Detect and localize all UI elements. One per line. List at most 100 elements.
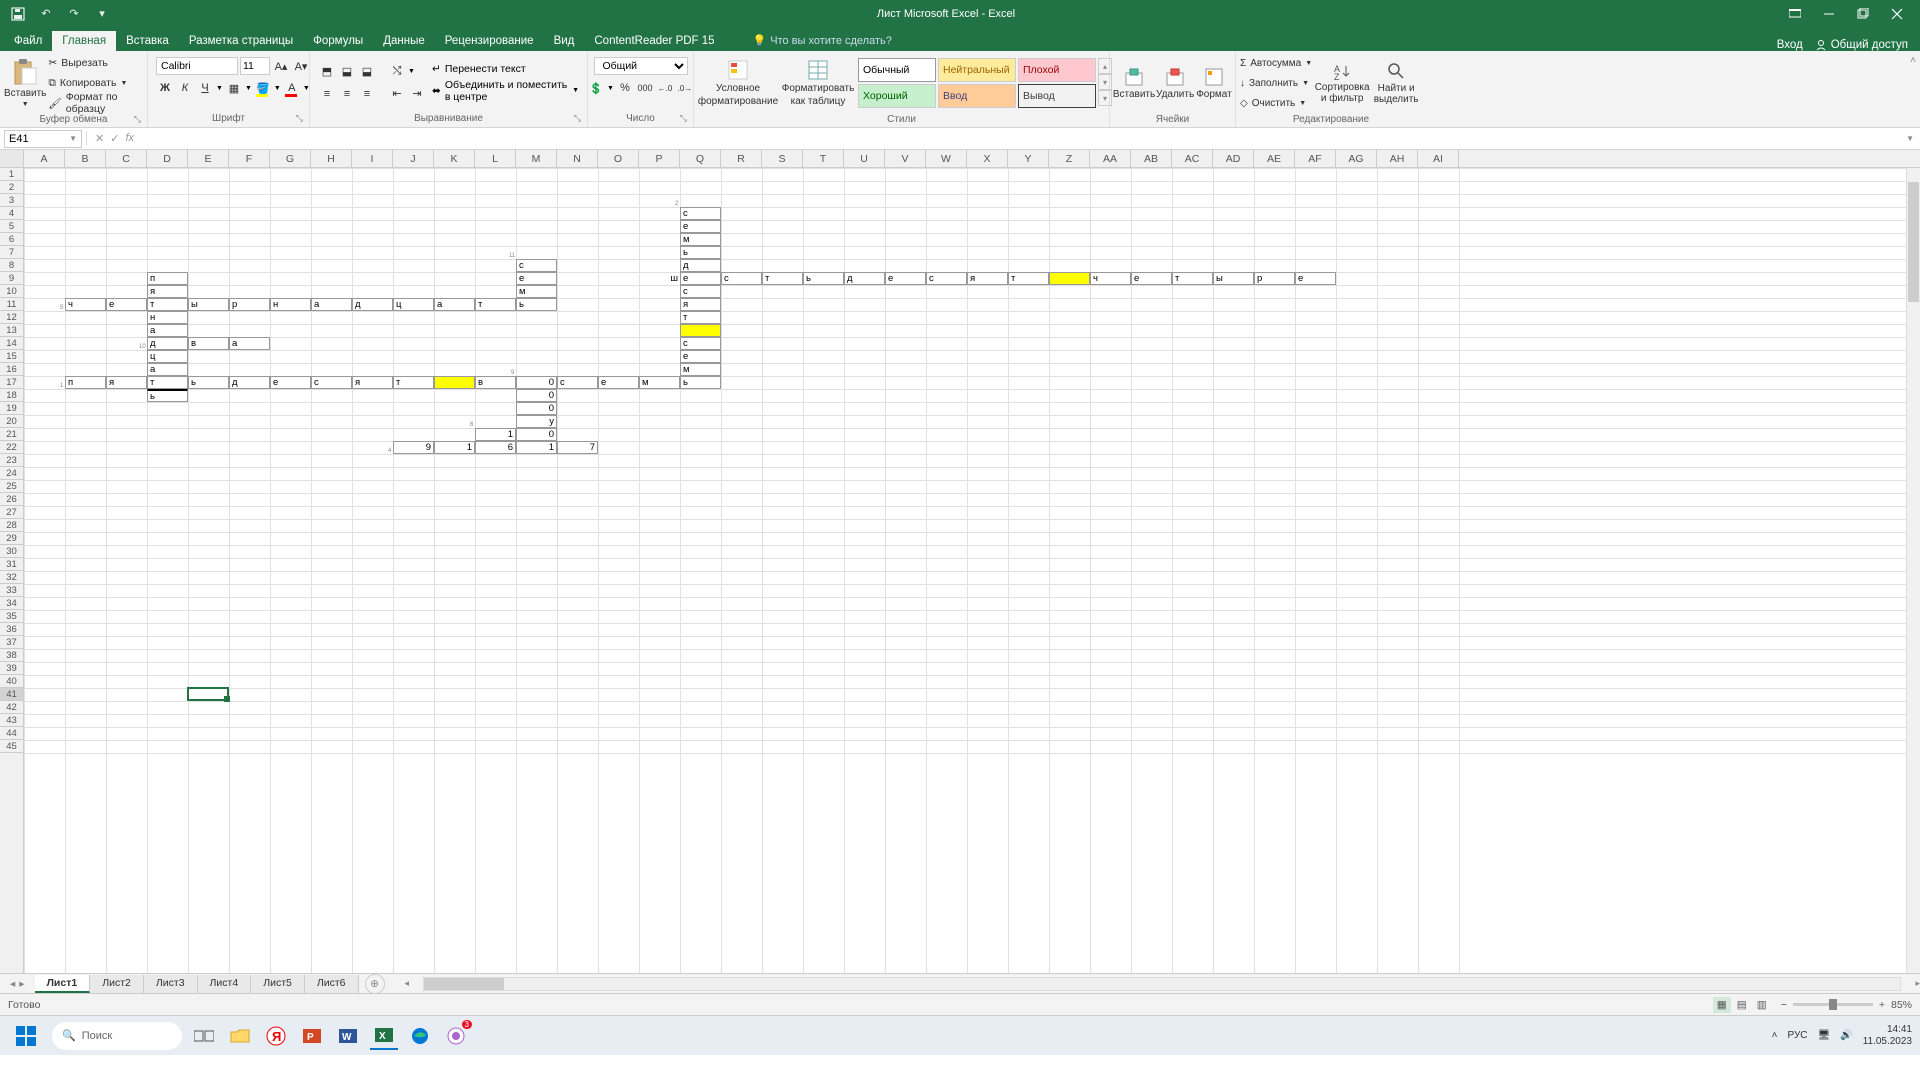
cell[interactable]: с (557, 376, 598, 389)
col-header[interactable]: AF (1295, 150, 1336, 167)
fill-button[interactable]: ↓Заполнить▼ (1240, 74, 1312, 92)
normal-view-icon[interactable]: ▦ (1713, 997, 1731, 1013)
menu-tab-рецензирование[interactable]: Рецензирование (435, 31, 544, 51)
row-header[interactable]: 13 (0, 324, 23, 337)
row-header[interactable]: 1 (0, 168, 23, 181)
qat-customize-icon[interactable]: ▾ (92, 4, 112, 24)
cell[interactable] (680, 324, 721, 337)
align-right-icon[interactable]: ≡ (358, 85, 376, 103)
redo-icon[interactable]: ↷ (64, 4, 84, 24)
powerpoint-icon[interactable]: P (298, 1022, 326, 1050)
cell[interactable]: а (147, 324, 188, 337)
row-header[interactable]: 5 (0, 220, 23, 233)
align-middle-icon[interactable]: ⬓ (338, 63, 356, 81)
row-header[interactable]: 15 (0, 350, 23, 363)
row-header[interactable]: 41 (0, 688, 23, 701)
cell[interactable]: т (1008, 272, 1049, 285)
cell[interactable]: м (516, 285, 557, 298)
col-header[interactable]: N (557, 150, 598, 167)
align-bottom-icon[interactable]: ⬓ (358, 63, 376, 81)
yandex-icon[interactable]: Я (262, 1022, 290, 1050)
menu-tab-contentreader pdf 15[interactable]: ContentReader PDF 15 (584, 31, 724, 51)
menu-tab-формулы[interactable]: Формулы (303, 31, 373, 51)
align-top-icon[interactable]: ⬒ (318, 63, 336, 81)
decrease-decimal-icon[interactable]: .0→ (676, 79, 694, 97)
cell[interactable]: е (680, 272, 721, 285)
cell[interactable]: д (229, 376, 270, 389)
cut-button[interactable]: ✂Вырезать (48, 54, 143, 72)
row-header[interactable]: 16 (0, 363, 23, 376)
col-header[interactable]: AG (1336, 150, 1377, 167)
row-header[interactable]: 23 (0, 454, 23, 467)
cell[interactable]: т (147, 298, 188, 311)
cell[interactable]: е (270, 376, 311, 389)
collapse-ribbon-icon[interactable]: ˄ (1906, 51, 1920, 127)
cell[interactable]: п (147, 272, 188, 285)
cell[interactable]: м (680, 363, 721, 376)
tell-me[interactable]: 💡Что вы хотите сделать? (745, 30, 900, 51)
cell[interactable]: м (680, 233, 721, 246)
menu-tab-разметка страницы[interactable]: Разметка страницы (179, 31, 303, 51)
app-badge-icon[interactable]: 3 (442, 1022, 470, 1050)
task-view-icon[interactable] (190, 1022, 218, 1050)
row-header[interactable]: 37 (0, 636, 23, 649)
cell[interactable]: 1 (516, 441, 557, 454)
word-icon[interactable]: W (334, 1022, 362, 1050)
row-header[interactable]: 32 (0, 571, 23, 584)
cell[interactable]: е (106, 298, 147, 311)
col-header[interactable]: K (434, 150, 475, 167)
horizontal-scrollbar[interactable] (423, 977, 1901, 991)
col-header[interactable]: H (311, 150, 352, 167)
hscroll-left-icon[interactable]: ◂ (405, 978, 410, 989)
col-header[interactable]: L (475, 150, 516, 167)
col-header[interactable]: C (106, 150, 147, 167)
cell[interactable]: ь (803, 272, 844, 285)
cell[interactable]: д (844, 272, 885, 285)
row-header[interactable]: 10 (0, 285, 23, 298)
col-header[interactable]: R (721, 150, 762, 167)
cell[interactable]: т (1172, 272, 1213, 285)
cell[interactable]: а (311, 298, 352, 311)
cancel-formula-icon[interactable]: ✕ (95, 132, 104, 145)
close-icon[interactable] (1882, 2, 1912, 26)
cell[interactable]: 0 (516, 428, 557, 441)
cell[interactable]: д (352, 298, 393, 311)
copy-button[interactable]: ⧉Копировать▼ (48, 74, 143, 92)
row-header[interactable]: 44 (0, 727, 23, 740)
launcher-icon[interactable]: ⤡ (296, 113, 303, 124)
select-all-corner[interactable] (0, 150, 24, 167)
font-color-icon[interactable]: A (283, 79, 301, 97)
cell[interactable]: у (516, 415, 557, 428)
cell[interactable]: ц (393, 298, 434, 311)
col-header[interactable]: AI (1418, 150, 1459, 167)
row-header[interactable]: 4 (0, 207, 23, 220)
col-header[interactable]: AC (1172, 150, 1213, 167)
format-painter-button[interactable]: 🖌Формат по образцу (48, 94, 143, 112)
tray-clock[interactable]: 14:4111.05.2023 (1863, 1024, 1912, 1048)
col-header[interactable]: P (639, 150, 680, 167)
style-cell[interactable]: Вывод (1018, 84, 1096, 108)
col-header[interactable]: M (516, 150, 557, 167)
row-header[interactable]: 6 (0, 233, 23, 246)
row-header[interactable]: 24 (0, 467, 23, 480)
number-format-select[interactable]: Общий (594, 57, 688, 75)
font-size-select[interactable] (240, 57, 270, 75)
cell[interactable]: ь (188, 376, 229, 389)
cell[interactable]: а (147, 363, 188, 376)
cell[interactable]: ы (188, 298, 229, 311)
cell[interactable]: е (1131, 272, 1172, 285)
cell[interactable]: ч (65, 298, 106, 311)
sheet-tab[interactable]: Лист5 (251, 975, 305, 993)
col-header[interactable]: I (352, 150, 393, 167)
tray-lang[interactable]: РУС (1788, 1030, 1808, 1041)
row-header[interactable]: 40 (0, 675, 23, 688)
cell[interactable]: т (762, 272, 803, 285)
row-header[interactable]: 35 (0, 610, 23, 623)
page-layout-view-icon[interactable]: ▤ (1733, 997, 1751, 1013)
col-header[interactable]: V (885, 150, 926, 167)
cell[interactable]: ь (680, 376, 721, 389)
cell[interactable]: т (475, 298, 516, 311)
decrease-font-icon[interactable]: A▾ (292, 57, 310, 75)
start-button[interactable] (8, 1020, 44, 1052)
sheet-tab[interactable]: Лист3 (144, 975, 198, 993)
